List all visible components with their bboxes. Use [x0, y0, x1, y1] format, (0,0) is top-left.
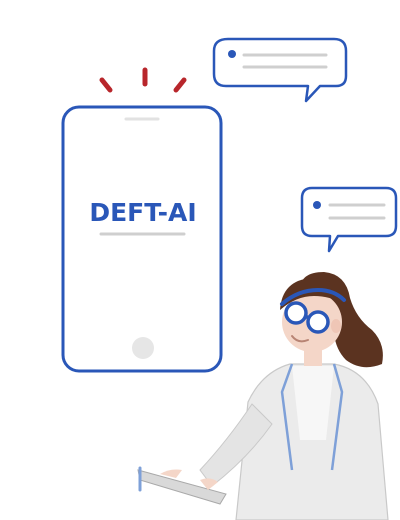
glasses-lens-left	[284, 301, 308, 325]
chat-bubble-icon	[300, 186, 398, 253]
phone-body	[61, 105, 223, 373]
smartphone-icon: DEFT-AI	[61, 105, 223, 373]
doctor-ear	[331, 319, 341, 333]
chat-bubble-icon	[212, 37, 348, 103]
phone-home-button	[132, 337, 154, 359]
chat-bubble-top	[212, 37, 348, 103]
alert-ray-left	[99, 77, 113, 93]
alert-rays-icon	[99, 67, 187, 93]
illustration-canvas: DEFT-AI	[61, 37, 398, 520]
chat-bubble-bottom-dot	[313, 201, 321, 209]
phone-brand-label: DEFT-AI	[89, 198, 196, 227]
glasses-bridge	[304, 314, 310, 320]
glasses-lens-right	[306, 310, 330, 334]
chat-bubble-top-dot	[228, 50, 236, 58]
alert-ray-right	[173, 77, 187, 93]
